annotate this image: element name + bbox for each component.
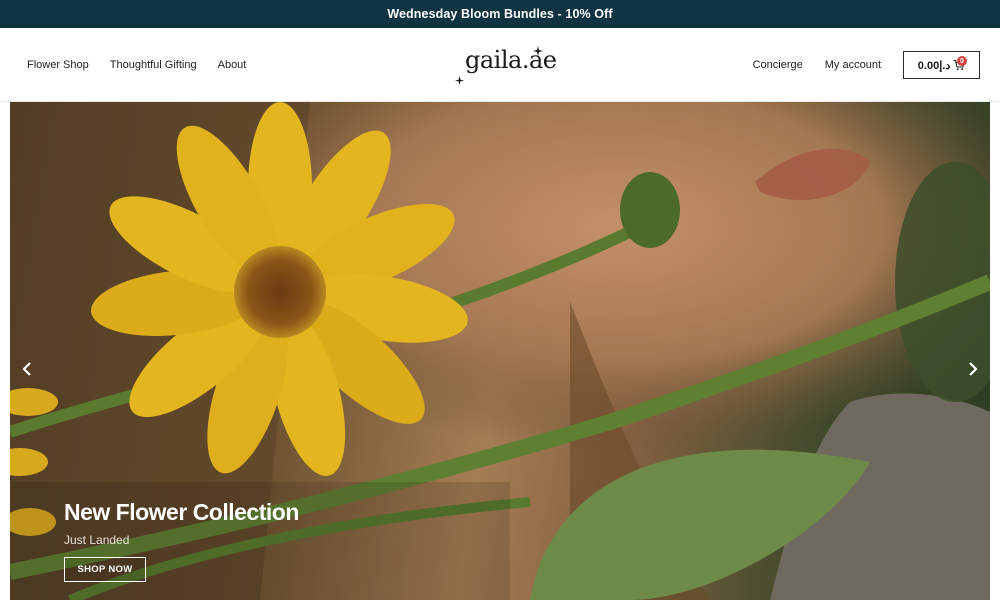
cart-count-badge: 0 xyxy=(957,56,967,66)
primary-nav: Flower Shop Thoughtful Gifting About xyxy=(27,28,246,102)
nav-about[interactable]: About xyxy=(218,59,247,71)
cart-button[interactable]: 0.00د.إ 0 xyxy=(903,51,980,79)
secondary-nav: Concierge My account 0.00د.إ 0 xyxy=(753,28,980,102)
chevron-left-icon[interactable] xyxy=(17,359,37,379)
nav-my-account[interactable]: My account xyxy=(825,59,881,71)
nav-thoughtful-gifting[interactable]: Thoughtful Gifting xyxy=(110,59,197,71)
hero-title: New Flower Collection xyxy=(64,499,299,525)
cart-amount: 0.00د.إ xyxy=(917,59,951,72)
chevron-right-icon[interactable] xyxy=(963,359,983,379)
sparkle-icon xyxy=(455,76,464,85)
hero-subtitle: Just Landed xyxy=(64,533,130,547)
announcement-text: Wednesday Bloom Bundles - 10% Off xyxy=(387,7,613,21)
nav-concierge[interactable]: Concierge xyxy=(753,59,803,71)
sparkle-icon xyxy=(533,46,543,56)
shop-now-button[interactable]: SHOP NOW xyxy=(64,557,146,582)
hero-slider: New Flower Collection Just Landed SHOP N… xyxy=(10,102,990,600)
announcement-bar: Wednesday Bloom Bundles - 10% Off xyxy=(0,0,1000,28)
nav-flower-shop[interactable]: Flower Shop xyxy=(27,59,89,71)
site-logo[interactable]: gaila.ae xyxy=(455,44,557,88)
site-header: Flower Shop Thoughtful Gifting About gai… xyxy=(0,28,1000,102)
